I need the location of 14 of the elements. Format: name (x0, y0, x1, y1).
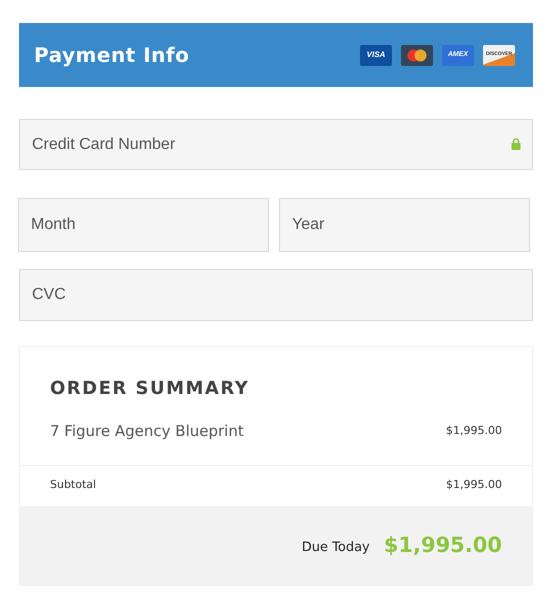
header-title: Payment Info (34, 42, 190, 69)
card-number-field[interactable]: Credit Card Number (19, 119, 533, 170)
cvc-field[interactable]: CVC (19, 269, 533, 321)
item-name: 7 Figure Agency Blueprint (50, 421, 244, 442)
subtotal-value: $1,995.00 (446, 477, 502, 494)
mastercard-logo (401, 44, 433, 66)
due-today-label: Due Today (302, 538, 370, 556)
year-field[interactable]: Year (279, 198, 530, 252)
summary-title: ORDER SUMMARY (50, 377, 250, 401)
subtotal-label: Subtotal (50, 477, 96, 494)
month-field[interactable]: Month (18, 198, 269, 252)
visa-logo: VISA (360, 44, 392, 66)
item-price: $1,995.00 (446, 423, 502, 439)
due-today-amount: $1,995.00 (384, 532, 502, 558)
